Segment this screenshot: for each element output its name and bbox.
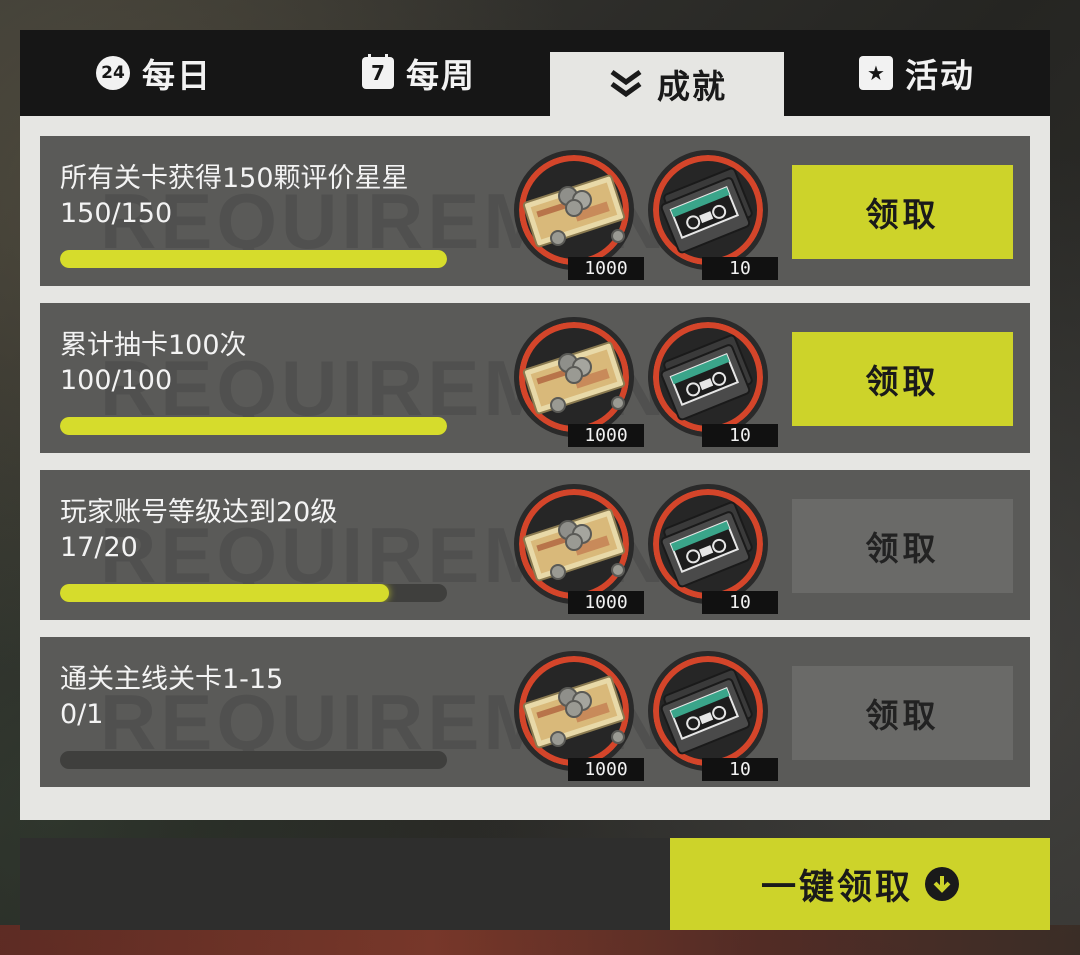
progress-bar: [60, 417, 447, 435]
reward-count: 10: [702, 758, 778, 781]
achievement-row: REQUIREMENT 通关主线关卡1-15 0/1 1000 10 领取: [40, 637, 1030, 787]
progress-bar-fill: [60, 584, 389, 602]
reward-count: 10: [702, 591, 778, 614]
achievement-row: REQUIREMENT 玩家账号等级达到20级 17/20 1000 10 领取: [40, 470, 1030, 620]
reward-item[interactable]: 1000: [514, 484, 644, 614]
achievement-list: REQUIREMENT 所有关卡获得150颗评价星星 150/150 1000 …: [40, 136, 1030, 804]
achievement-progress-text: 100/100: [60, 365, 173, 396]
reward-item[interactable]: 10: [648, 651, 778, 781]
reward-item[interactable]: 1000: [514, 317, 644, 447]
tab-event-label: 活动: [905, 56, 975, 95]
reward-item[interactable]: 1000: [514, 651, 644, 781]
claim-button[interactable]: 领取: [792, 666, 1013, 760]
bottom-bar: [20, 838, 670, 930]
tab-daily-label: 每日: [142, 56, 212, 95]
reward-item[interactable]: 1000: [514, 150, 644, 280]
progress-bar: [60, 584, 447, 602]
claim-button[interactable]: 领取: [792, 499, 1013, 593]
achievement-title: 通关主线关卡1-15: [60, 664, 284, 695]
progress-bar: [60, 751, 447, 769]
progress-bar-fill: [60, 250, 447, 268]
achievement-progress-text: 0/1: [60, 699, 104, 730]
reward-count: 10: [702, 257, 778, 280]
tab-achievement[interactable]: 成就: [550, 52, 784, 116]
reward-item[interactable]: 10: [648, 317, 778, 447]
tab-bar: 24 每日 7 每周 成就 ★ 活动: [20, 30, 1050, 116]
reward-count: 1000: [568, 424, 644, 447]
tab-weekly[interactable]: 7 每周: [288, 30, 550, 116]
claim-all-label: 一键领取: [760, 867, 913, 908]
achievement-row: REQUIREMENT 累计抽卡100次 100/100 1000 10 领取: [40, 303, 1030, 453]
star-icon: ★: [859, 56, 893, 90]
reward-count: 10: [702, 424, 778, 447]
tab-daily[interactable]: 24 每日: [20, 30, 288, 116]
achievement-progress-text: 150/150: [60, 198, 173, 229]
progress-bar-fill: [60, 417, 447, 435]
reward-count: 1000: [568, 257, 644, 280]
calendar-7-icon: 7: [362, 54, 394, 89]
chevron-double-down-icon: [607, 67, 645, 101]
claim-button[interactable]: 领取: [792, 332, 1013, 426]
tab-weekly-label: 每周: [406, 56, 476, 95]
reward-item[interactable]: 10: [648, 484, 778, 614]
achievement-title: 累计抽卡100次: [60, 330, 247, 361]
reward-count: 1000: [568, 758, 644, 781]
reward-item[interactable]: 10: [648, 150, 778, 280]
claim-button[interactable]: 领取: [792, 165, 1013, 259]
achievement-title: 玩家账号等级达到20级: [60, 497, 338, 528]
day-24-icon: 24: [96, 56, 130, 90]
achievement-progress-text: 17/20: [60, 532, 138, 563]
tab-achievement-label: 成就: [657, 67, 727, 106]
progress-bar: [60, 250, 447, 268]
achievement-title: 所有关卡获得150颗评价星星: [60, 163, 409, 194]
reward-count: 1000: [568, 591, 644, 614]
arrow-down-circle-icon: [925, 867, 959, 901]
claim-all-button[interactable]: 一键领取: [670, 838, 1050, 930]
achievement-row: REQUIREMENT 所有关卡获得150颗评价星星 150/150 1000 …: [40, 136, 1030, 286]
tab-event[interactable]: ★ 活动: [784, 30, 1050, 116]
